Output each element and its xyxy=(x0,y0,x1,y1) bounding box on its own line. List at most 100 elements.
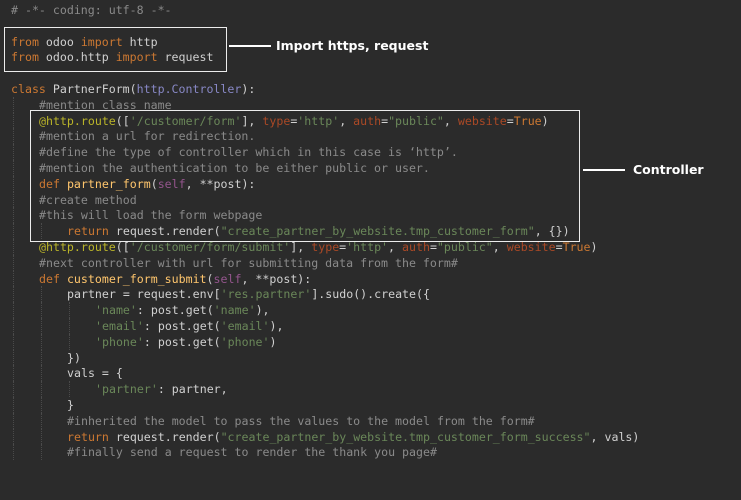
code-token-plain: , xyxy=(388,240,403,254)
controller-callout-line xyxy=(583,169,625,171)
code-token-string: "public" xyxy=(436,240,493,254)
code-token-plain: ) xyxy=(269,334,277,349)
code-line: 'phone': post.get('phone') xyxy=(95,334,277,350)
code-token-plain: ) xyxy=(590,240,598,254)
code-token-plain: : partner, xyxy=(157,382,228,397)
code-line: vals = { xyxy=(67,365,123,381)
code-line: partner = request.env['res.partner'].sud… xyxy=(67,286,430,302)
code-token-string: 'phone' xyxy=(95,334,144,349)
code-token-comment: #finally send a request to render the th… xyxy=(67,445,437,460)
code-token-plain: }) xyxy=(67,350,81,365)
code-token-plain: ), xyxy=(269,319,284,333)
import-annotation: Import https, request xyxy=(276,38,429,53)
controller-annotation: Controller xyxy=(633,162,704,177)
indent-guide xyxy=(13,286,14,303)
code-token-string: 'http' xyxy=(346,240,389,254)
import-highlight-box xyxy=(4,27,227,72)
code-token-string: '/customer/form/submit' xyxy=(129,240,291,254)
indent-guide xyxy=(13,428,14,445)
code-line: }) xyxy=(67,350,81,366)
indent-guide xyxy=(41,286,42,303)
code-token-comment: # -*- coding: utf-8 -*- xyxy=(11,3,172,17)
code-line: 'name': post.get('name'), xyxy=(95,302,270,318)
code-token-builtin: http.Controller xyxy=(136,82,242,96)
code-token-string: 'name' xyxy=(95,303,137,318)
code-line: #finally send a request to render the th… xyxy=(67,444,437,460)
indent-guide xyxy=(13,270,14,287)
indent-guide xyxy=(13,191,14,208)
code-token-string: 'name' xyxy=(213,303,256,318)
indent-guide xyxy=(13,144,14,160)
code-token-self: self xyxy=(213,271,242,286)
code-token-plain: ): xyxy=(241,82,256,96)
code-token-plain: = xyxy=(555,240,563,254)
indent-guide xyxy=(13,128,14,145)
indent-guide xyxy=(41,444,42,461)
indent-guide xyxy=(13,223,14,239)
code-token-plain: ( xyxy=(206,271,214,286)
indent-guide xyxy=(13,381,14,397)
indent-guide xyxy=(41,318,42,334)
indent-guide xyxy=(13,112,14,129)
code-token-comment: #inherited the model to pass the values … xyxy=(67,413,535,428)
indent-guide xyxy=(13,412,14,429)
indent-guide xyxy=(13,333,14,350)
code-token-plain: = xyxy=(429,240,437,254)
indent-guide xyxy=(13,175,14,192)
code-line: class PartnerForm(http.Controller): xyxy=(11,81,255,97)
code-token-keyword: return xyxy=(67,429,109,444)
code-token-plain: , **post): xyxy=(241,271,312,286)
indent-guide xyxy=(41,428,42,445)
code-token-plain: vals = { xyxy=(67,366,123,381)
code-token-string: 'email' xyxy=(220,319,270,333)
code-token-comment: #next controller with url for submitting… xyxy=(39,255,458,270)
indent-guide xyxy=(13,349,14,366)
code-line: #inherited the model to pass the values … xyxy=(67,413,535,429)
code-token-string: 'email' xyxy=(95,319,144,333)
code-token-plain: , xyxy=(492,240,507,254)
indent-guide xyxy=(41,397,42,413)
indent-guide xyxy=(13,444,14,461)
indent-guide xyxy=(69,318,70,334)
indent-guide xyxy=(41,333,42,350)
indent-guide xyxy=(41,412,42,429)
code-token-plain: request.render( xyxy=(108,429,221,444)
code-token-string: 'res.partner' xyxy=(220,287,312,302)
indent-guide xyxy=(41,381,42,397)
indent-guide xyxy=(41,365,42,382)
indent-guide xyxy=(13,207,14,224)
indent-guide xyxy=(13,160,14,176)
import-callout-line xyxy=(229,45,271,47)
code-token-param: type xyxy=(311,240,340,254)
code-line: } xyxy=(67,397,74,413)
indent-guide xyxy=(13,318,14,334)
indent-guide xyxy=(69,333,70,350)
code-token-function: customer_form_submit xyxy=(66,271,207,286)
code-editor[interactable]: # -*- coding: utf-8 -*- from odoo import … xyxy=(0,0,741,500)
code-token-plain: : post.get( xyxy=(143,334,221,349)
code-token-string: 'phone' xyxy=(220,334,270,349)
code-token-plain: ([ xyxy=(115,240,130,254)
code-token-plain: , vals) xyxy=(590,429,640,444)
code-token-plain: ), xyxy=(255,303,270,318)
indent-guide xyxy=(13,365,14,382)
code-token-plain: ].sudo().create({ xyxy=(311,287,430,302)
code-line: def customer_form_submit(self, **post): xyxy=(39,271,311,287)
code-line: #next controller with url for submitting… xyxy=(39,255,458,271)
code-line: 'partner': partner, xyxy=(95,381,228,397)
code-line: # -*- coding: utf-8 -*- xyxy=(11,2,172,18)
indent-guide xyxy=(13,397,14,413)
code-token-keyword: True xyxy=(562,240,591,254)
indent-guide xyxy=(13,302,14,318)
code-line: return request.render("create_partner_by… xyxy=(67,429,639,445)
code-token-plain: partner = request.env[ xyxy=(67,287,221,302)
code-token-decorator: @http.route xyxy=(39,240,116,254)
code-line: 'email': post.get('email'), xyxy=(95,318,284,334)
code-token-string: 'partner' xyxy=(95,382,158,397)
code-token-param: website xyxy=(506,240,556,254)
indent-guide xyxy=(69,381,70,397)
code-token-param: auth xyxy=(402,240,430,254)
code-token-keyword: class xyxy=(11,82,46,96)
indent-guide xyxy=(69,302,70,318)
